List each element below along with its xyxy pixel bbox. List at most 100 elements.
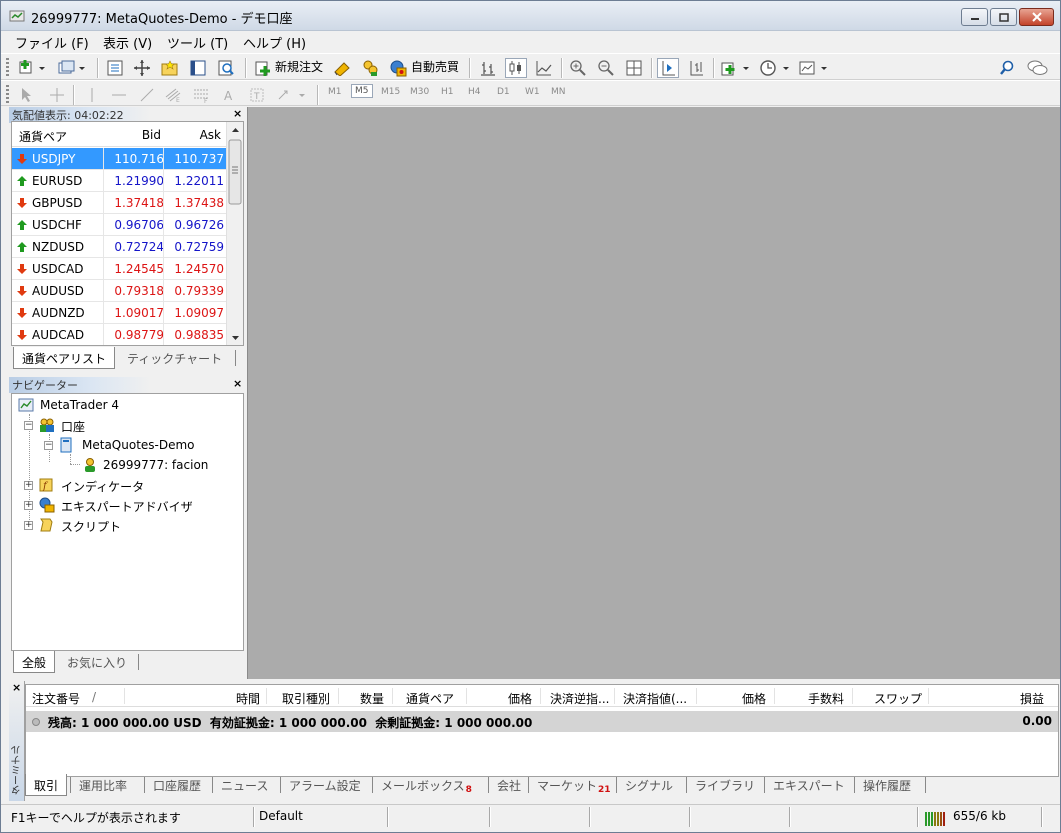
- symbol-row[interactable]: AUDNZD 1.09017 1.09097: [12, 302, 227, 324]
- navigator-toggle[interactable]: [159, 58, 181, 78]
- chart-workspace[interactable]: [247, 107, 1060, 679]
- minimize-button[interactable]: [961, 8, 988, 26]
- tab-symbols[interactable]: 通貨ペアリスト: [13, 347, 116, 369]
- chart-shift-button[interactable]: [685, 58, 707, 78]
- market-watch-close-button[interactable]: ×: [233, 107, 242, 120]
- terminal-tab[interactable]: 操作履歴: [855, 774, 919, 796]
- terminal-tab[interactable]: ライブラリ: [687, 774, 763, 796]
- col-commission[interactable]: 手数料: [808, 690, 844, 707]
- line-chart-button[interactable]: [533, 58, 555, 78]
- col-sl[interactable]: 決済逆指...: [550, 690, 609, 707]
- status-traffic[interactable]: 655/6 kb: [953, 809, 1006, 823]
- indicators-expand-toggle[interactable]: +: [24, 481, 33, 490]
- symbol-row[interactable]: USDCHF 0.96706 0.96726: [12, 214, 227, 236]
- horizontal-line-button[interactable]: [109, 85, 129, 105]
- arrows-dropdown[interactable]: [275, 85, 309, 105]
- col-volume[interactable]: 数量: [360, 690, 384, 707]
- market-watch-toggle[interactable]: [105, 58, 125, 78]
- tree-scripts[interactable]: スクリプト: [61, 518, 121, 535]
- strategy-tester-toggle[interactable]: [215, 58, 237, 78]
- col-tp[interactable]: 決済指値(...: [623, 690, 687, 707]
- terminal-tab[interactable]: ニュース: [213, 774, 276, 796]
- timeframe-mn[interactable]: MN: [551, 87, 566, 97]
- column-bid[interactable]: Bid: [142, 128, 161, 142]
- timeframe-m1[interactable]: M1: [328, 87, 342, 97]
- status-profile[interactable]: Default: [259, 809, 303, 823]
- crosshair-move-button[interactable]: [131, 58, 153, 78]
- terminal-tab[interactable]: マーケット21: [529, 774, 619, 796]
- close-button[interactable]: [1019, 8, 1054, 26]
- new-order-button[interactable]: 新規注文: [275, 58, 323, 75]
- auto-trading-icon-wrap[interactable]: [387, 58, 409, 78]
- terminal-tab[interactable]: 口座履歴: [145, 774, 209, 796]
- zoom-in-button[interactable]: [567, 58, 589, 78]
- column-ask[interactable]: Ask: [200, 128, 221, 142]
- search-button[interactable]: [997, 58, 1017, 78]
- terminal-tab[interactable]: 取引: [25, 774, 68, 796]
- server-collapse-toggle[interactable]: −: [44, 441, 53, 450]
- chat-button[interactable]: [1025, 58, 1049, 78]
- col-current-price[interactable]: 価格: [742, 690, 766, 707]
- indicators-dropdown[interactable]: [719, 58, 753, 78]
- tree-indicators[interactable]: インディケータ: [61, 478, 144, 495]
- symbol-row[interactable]: EURUSD 1.21990 1.22011: [12, 170, 227, 192]
- col-time[interactable]: 時間: [236, 690, 260, 707]
- menu-file[interactable]: ファイル (F): [11, 33, 93, 52]
- symbol-row[interactable]: GBPUSD 1.37418 1.37438: [12, 192, 227, 214]
- auto-scroll-button[interactable]: [657, 58, 679, 78]
- terminal-tab[interactable]: 会社: [489, 774, 529, 796]
- cursor-button[interactable]: [17, 85, 37, 105]
- market-watch-scrollbar[interactable]: [226, 122, 243, 345]
- accounts-collapse-toggle[interactable]: −: [24, 421, 33, 430]
- crosshair-button[interactable]: [47, 85, 67, 105]
- tree-experts[interactable]: エキスパートアドバイザ: [61, 498, 193, 515]
- symbol-row[interactable]: USDJPY 110.716 110.737: [12, 148, 227, 170]
- text-button[interactable]: A: [219, 85, 239, 105]
- trendline-button[interactable]: [137, 85, 157, 105]
- timeframe-m5[interactable]: M5: [351, 84, 373, 98]
- menu-tools[interactable]: ツール (T): [163, 33, 232, 52]
- experts-button[interactable]: [359, 58, 381, 78]
- tree-server[interactable]: MetaQuotes-Demo: [82, 438, 195, 452]
- toolbar-grip[interactable]: [6, 58, 9, 78]
- col-swap[interactable]: スワップ: [874, 690, 922, 707]
- tree-account[interactable]: 26999777: facion: [103, 458, 208, 472]
- balance-row[interactable]: 残高: 1 000 000.00 USD 有効証拠金: 1 000 000.00…: [26, 711, 1058, 732]
- menu-help[interactable]: ヘルプ (H): [239, 33, 310, 52]
- timeframe-h4[interactable]: H4: [468, 87, 481, 97]
- auto-trading-button[interactable]: 自動売買: [411, 58, 459, 75]
- new-chart-button[interactable]: [17, 58, 49, 78]
- vertical-line-button[interactable]: [83, 85, 101, 105]
- tab-general[interactable]: 全般: [13, 651, 56, 673]
- terminal-close-button[interactable]: ×: [12, 681, 21, 694]
- col-profit[interactable]: 損益: [1020, 690, 1044, 707]
- terminal-tab[interactable]: シグナル: [617, 774, 681, 796]
- timeframe-w1[interactable]: W1: [525, 87, 540, 97]
- terminal-tab[interactable]: エキスパート: [765, 774, 853, 796]
- text-label-button[interactable]: T: [247, 85, 267, 105]
- menu-view[interactable]: 表示 (V): [99, 33, 156, 52]
- timeframe-h1[interactable]: H1: [441, 87, 454, 97]
- terminal-tab[interactable]: 運用比率: [71, 774, 135, 796]
- tree-accounts[interactable]: 口座: [61, 418, 85, 435]
- toolbar-grip[interactable]: [6, 85, 9, 105]
- scripts-expand-toggle[interactable]: +: [24, 521, 33, 530]
- tab-favorites[interactable]: お気に入り: [59, 651, 135, 673]
- periods-dropdown[interactable]: [757, 58, 793, 78]
- terminal-toggle[interactable]: [187, 58, 209, 78]
- templates-dropdown[interactable]: [797, 58, 831, 78]
- timeframe-m15[interactable]: M15: [381, 87, 400, 97]
- equidistant-channel-button[interactable]: E: [163, 85, 185, 105]
- maximize-button[interactable]: [990, 8, 1017, 26]
- metaeditor-button[interactable]: [331, 58, 353, 78]
- col-symbol[interactable]: 通貨ペア: [406, 690, 454, 707]
- timeframe-d1[interactable]: D1: [497, 87, 510, 97]
- navigator-close-button[interactable]: ×: [233, 377, 242, 390]
- col-type[interactable]: 取引種別: [282, 690, 330, 707]
- terminal-tab[interactable]: メールボックス8: [373, 774, 480, 796]
- terminal-tab[interactable]: アラーム設定: [281, 774, 369, 796]
- candlestick-button[interactable]: [505, 58, 527, 78]
- fibonacci-button[interactable]: F: [191, 85, 213, 105]
- tree-root[interactable]: MetaTrader 4: [40, 398, 119, 412]
- tile-windows-button[interactable]: [623, 58, 645, 78]
